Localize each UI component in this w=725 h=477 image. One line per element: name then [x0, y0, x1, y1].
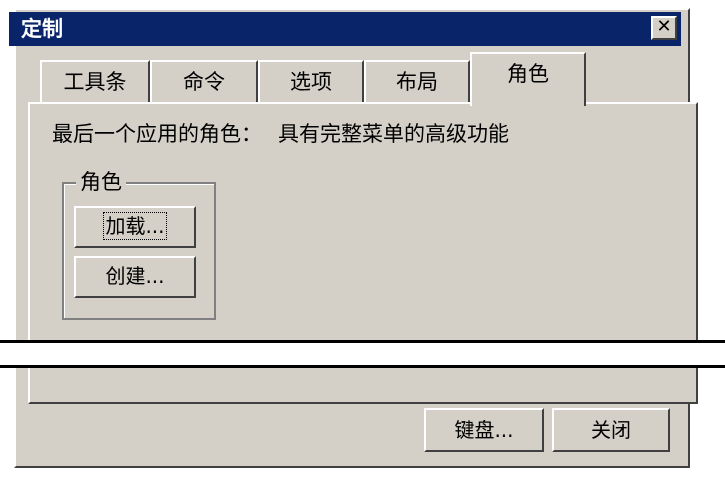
create-button-label: 创建...: [105, 264, 165, 288]
tab-options[interactable]: 选项: [258, 60, 364, 104]
close-window-button[interactable]: ✕: [651, 16, 677, 40]
window-title: 定制: [21, 17, 63, 41]
tab-label: 工具条: [63, 70, 127, 94]
tab-toolbars[interactable]: 工具条: [40, 60, 150, 104]
tab-label: 选项: [290, 70, 332, 94]
tab-roles[interactable]: 角色: [470, 52, 586, 106]
tab-layout[interactable]: 布局: [364, 60, 470, 104]
close-icon: ✕: [656, 16, 672, 37]
title-bar[interactable]: 定制 ✕: [9, 12, 681, 46]
groupbox-title: 角色: [76, 168, 126, 196]
tab-commands[interactable]: 命令: [150, 60, 258, 104]
break-line-bottom: [0, 365, 725, 368]
keyboard-button[interactable]: 键盘...: [424, 408, 544, 452]
break-line-top: [0, 340, 725, 343]
last-role-label: 最后一个应用的角色：: [52, 122, 262, 146]
tab-label: 命令: [183, 70, 225, 94]
tab-label: 布局: [396, 70, 438, 94]
tab-label: 角色: [507, 62, 549, 86]
close-button-label: 关闭: [591, 418, 631, 442]
close-button[interactable]: 关闭: [552, 408, 670, 452]
last-role-value: 具有完整菜单的高级功能: [278, 122, 509, 146]
keyboard-button-label: 键盘...: [454, 418, 514, 442]
roles-groupbox: [62, 182, 216, 320]
load-button[interactable]: 加载...: [74, 206, 196, 248]
load-button-label: 加载...: [103, 212, 167, 240]
create-button[interactable]: 创建...: [74, 256, 196, 298]
screenshot-break-gap: [0, 343, 725, 367]
last-applied-role: 最后一个应用的角色： 具有完整菜单的高级功能: [52, 118, 509, 150]
